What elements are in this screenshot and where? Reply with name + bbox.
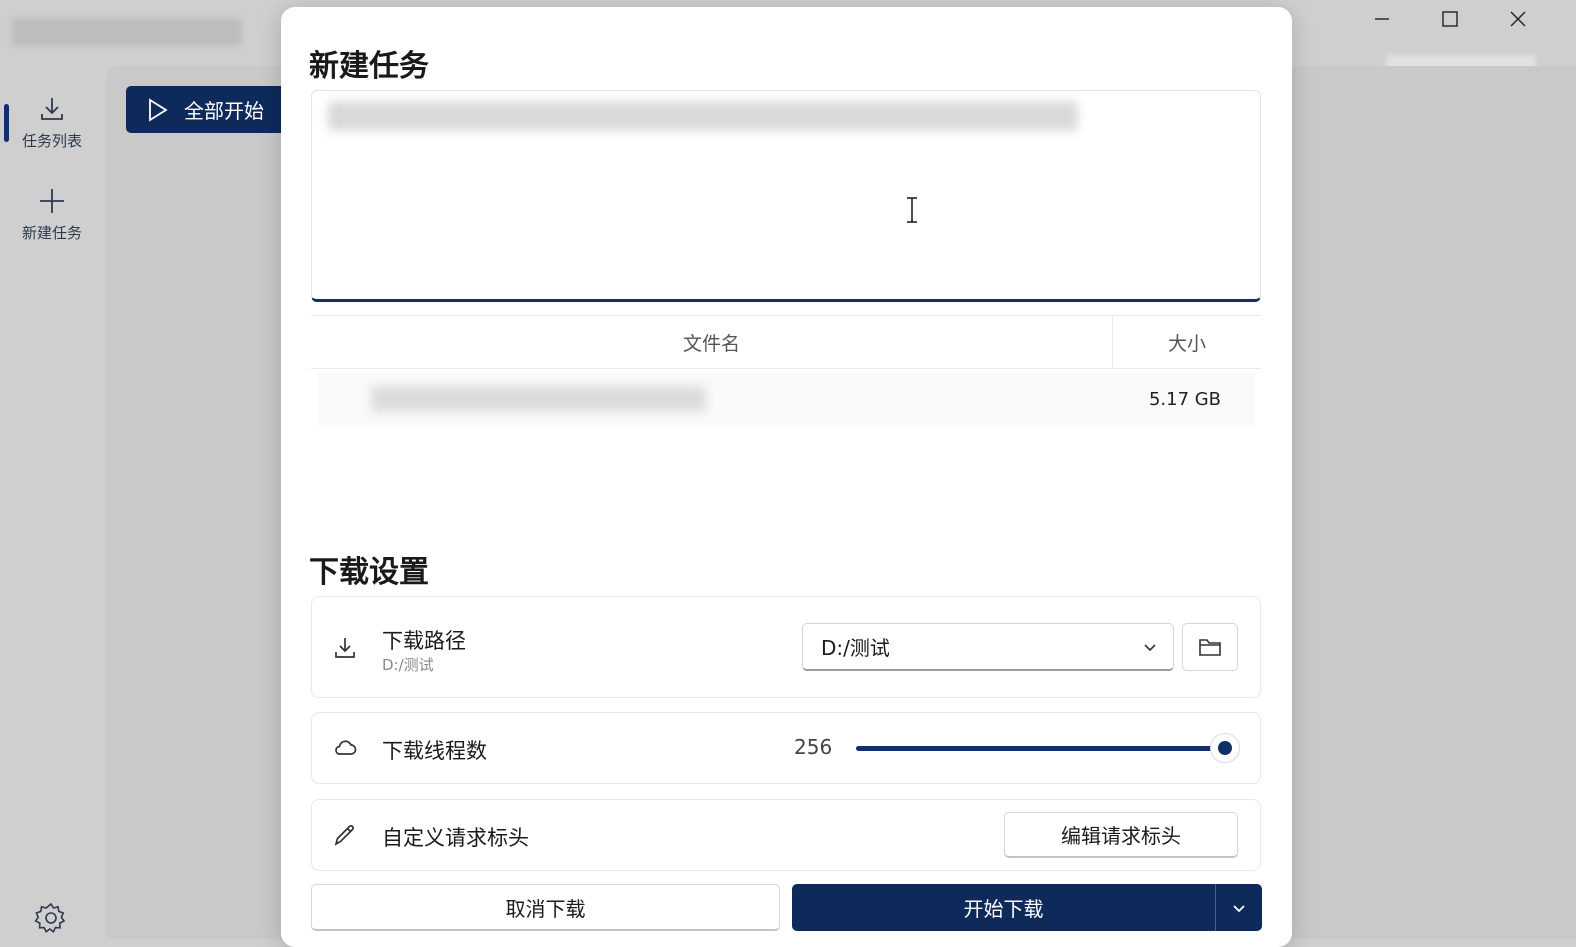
- edit-headers-button[interactable]: 编辑请求标头: [1004, 812, 1238, 858]
- close-button[interactable]: [1484, 6, 1552, 32]
- gear-icon[interactable]: [34, 901, 68, 935]
- filename-redacted: [371, 386, 706, 412]
- start-all-button[interactable]: 全部开始: [126, 86, 296, 133]
- folder-icon: [1199, 639, 1221, 656]
- start-download-split-button: 开始下载: [792, 884, 1262, 931]
- cancel-download-button[interactable]: 取消下载: [311, 884, 780, 931]
- window-controls: [1348, 6, 1552, 32]
- column-header-filename[interactable]: 文件名: [311, 316, 1113, 368]
- download-path-value: D:/测试: [821, 636, 890, 660]
- start-download-dropdown[interactable]: [1216, 884, 1262, 931]
- download-icon: [41, 97, 63, 120]
- maximize-icon: [1442, 11, 1458, 27]
- download-threads-value: 256: [794, 735, 833, 759]
- custom-headers-label: 自定义请求标头: [382, 826, 529, 850]
- slider-thumb[interactable]: [1210, 733, 1240, 763]
- sidebar-item-new-task[interactable]: 新建任务: [8, 172, 96, 256]
- table-row[interactable]: 5.17 GB: [317, 373, 1255, 425]
- settings-section-title: 下载设置: [309, 555, 429, 590]
- browse-folder-button[interactable]: [1182, 623, 1238, 671]
- table-header: 文件名 大小: [311, 315, 1261, 369]
- download-icon: [335, 638, 355, 658]
- cloud-icon: [335, 740, 357, 755]
- plus-icon: [40, 188, 64, 213]
- chevron-down-icon: [1233, 904, 1245, 912]
- minimize-icon: [1375, 18, 1389, 20]
- text-cursor-icon: [907, 197, 917, 223]
- minimize-button[interactable]: [1348, 6, 1416, 32]
- file-table: 文件名 大小 5.17 GB: [311, 315, 1261, 425]
- url-input[interactable]: [311, 90, 1261, 302]
- download-threads-label: 下载线程数: [382, 739, 487, 763]
- download-threads-slider[interactable]: [856, 746, 1224, 751]
- download-path-subtext: D:/测试: [382, 656, 434, 674]
- slider-fill: [856, 746, 1224, 751]
- sidebar: 任务列表 新建任务: [0, 70, 104, 939]
- start-download-button[interactable]: 开始下载: [792, 884, 1216, 931]
- dialog-title: 新建任务: [309, 49, 429, 84]
- download-threads-card: 下载线程数 256: [311, 712, 1261, 784]
- pencil-icon: [334, 825, 354, 846]
- url-text-redacted: [328, 101, 1078, 131]
- new-task-dialog: 新建任务 文件名 大小 5.17 GB 下载设置 下载路径 D:/测试 D:/测…: [281, 7, 1292, 947]
- close-icon: [1510, 11, 1526, 27]
- play-icon: [149, 97, 168, 122]
- app-title-redacted: [12, 18, 242, 46]
- column-header-size[interactable]: 大小: [1113, 316, 1261, 368]
- file-size: 5.17 GB: [1148, 388, 1222, 410]
- sidebar-item-task-list[interactable]: 任务列表: [4, 80, 96, 164]
- download-path-label: 下载路径: [382, 629, 466, 653]
- sidebar-item-label: 任务列表: [21, 131, 82, 150]
- download-path-select[interactable]: D:/测试: [802, 623, 1174, 671]
- download-path-card: 下载路径 D:/测试 D:/测试: [311, 596, 1261, 698]
- maximize-button[interactable]: [1416, 6, 1484, 32]
- sidebar-item-label: 新建任务: [21, 223, 82, 242]
- start-all-label: 全部开始: [184, 99, 264, 123]
- chevron-down-icon: [1144, 644, 1156, 652]
- custom-headers-card: 自定义请求标头 编辑请求标头: [311, 799, 1261, 871]
